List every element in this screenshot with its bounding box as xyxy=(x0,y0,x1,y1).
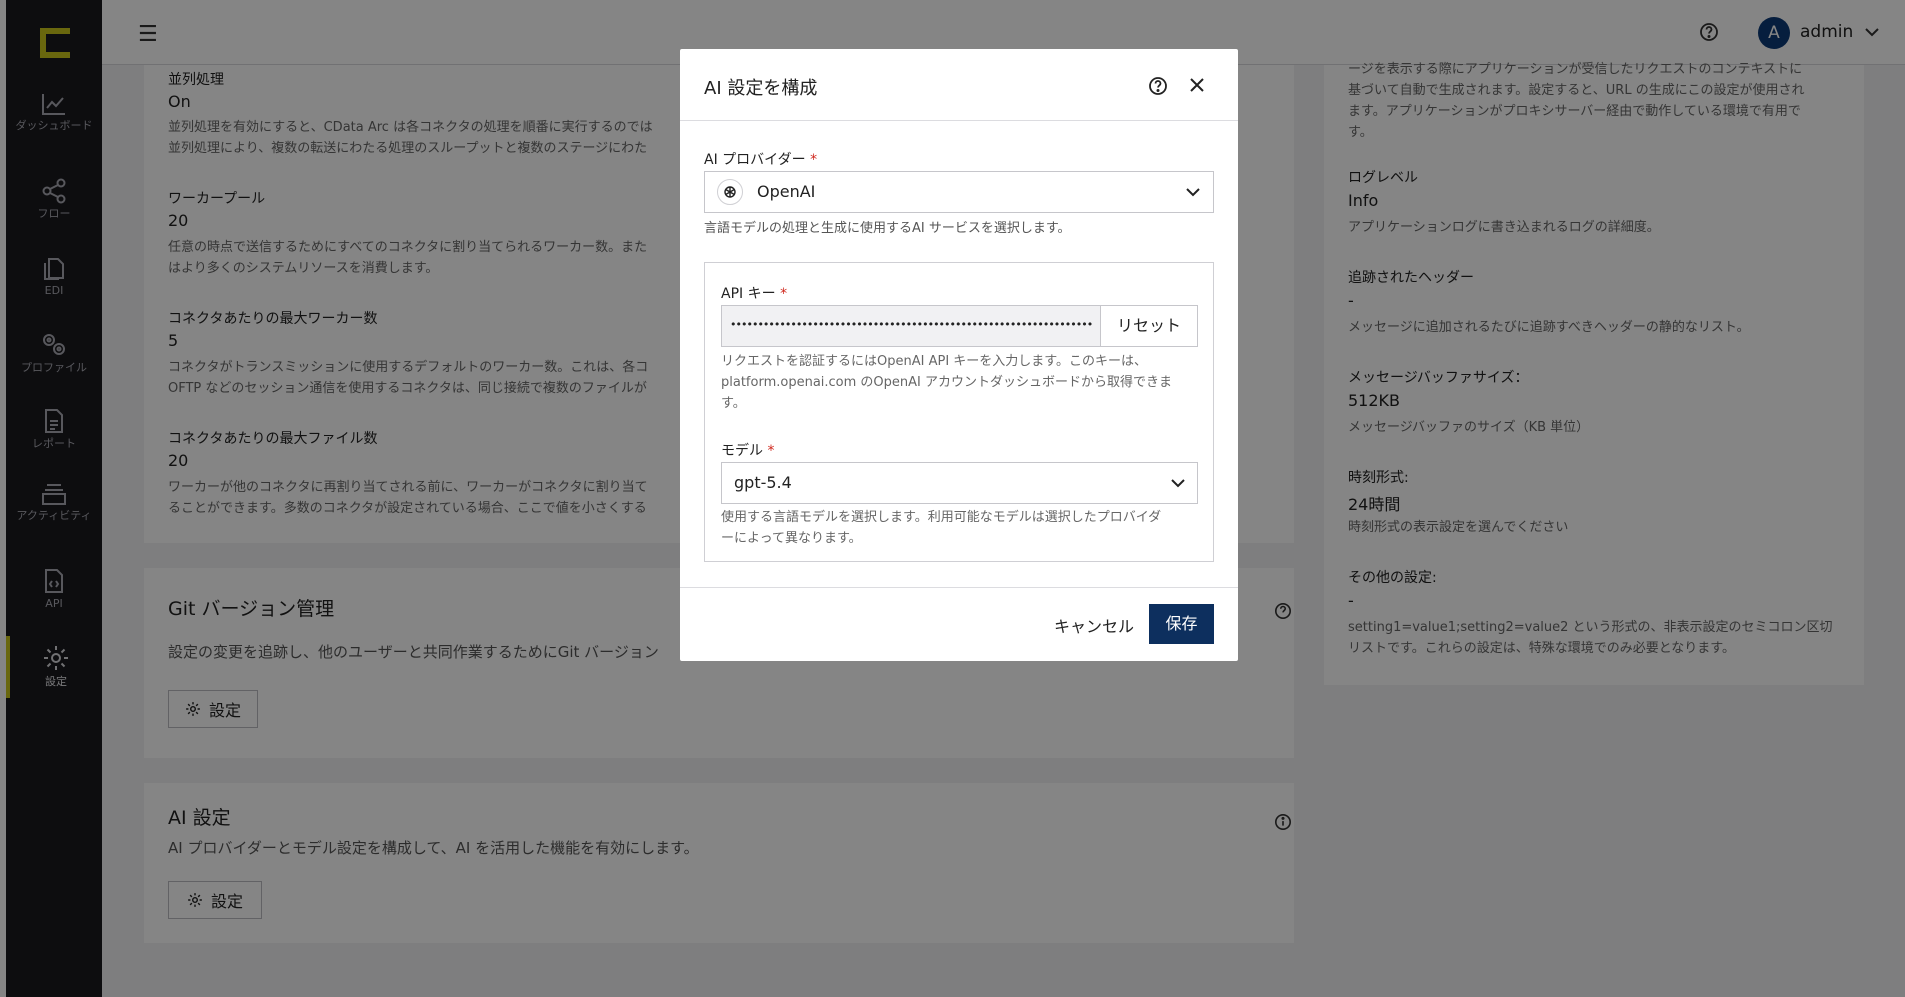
dialog-footer-divider xyxy=(680,587,1238,588)
app-root: ダッシュボード フロー EDI プロファイル レポート アクティビティ API xyxy=(0,0,1905,997)
api-key-input[interactable]: ••••••••••••••••••••••••••••••••••••••••… xyxy=(721,305,1101,347)
api-key-label: API キー * xyxy=(721,286,788,302)
provider-select[interactable]: OpenAI xyxy=(704,171,1214,213)
api-key-value: ••••••••••••••••••••••••••••••••••••••••… xyxy=(730,318,1093,331)
openai-logo-icon xyxy=(717,179,743,205)
cancel-button[interactable]: キャンセル xyxy=(1054,613,1134,637)
model-select[interactable]: gpt-5.4 xyxy=(721,462,1198,504)
model-value: gpt-5.4 xyxy=(734,473,792,492)
model-help-text: 使用する言語モデルを選択します。利用可能なモデルは選択したプロバイダ ーによって異… xyxy=(721,510,1162,546)
close-icon[interactable] xyxy=(1187,75,1207,95)
save-button[interactable]: 保存 xyxy=(1149,604,1214,644)
chevron-down-icon xyxy=(1171,479,1185,488)
provider-help-text: 言語モデルの処理と生成に使用するAI サービスを選択します。 xyxy=(704,221,1071,236)
model-label: モデル * xyxy=(721,443,775,459)
provider-label: AI プロバイダー * xyxy=(704,152,818,168)
dialog-title: AI 設定を構成 xyxy=(704,78,818,99)
dialog-header-divider xyxy=(680,120,1238,121)
api-key-help-text: リクエストを認証するにはOpenAI API キーを入力します。このキーは、 pl… xyxy=(721,354,1173,411)
provider-value: OpenAI xyxy=(757,182,816,201)
api-key-reset-button[interactable]: リセット xyxy=(1100,305,1198,347)
ai-settings-dialog: AI 設定を構成 AI プロバイダー * OpenAI 言語モデルの処理と生成に… xyxy=(680,49,1238,661)
chevron-down-icon xyxy=(1186,188,1200,197)
provider-config-panel: API キー * •••••••••••••••••••••••••••••••… xyxy=(704,262,1214,562)
help-circle-icon[interactable] xyxy=(1148,76,1168,96)
